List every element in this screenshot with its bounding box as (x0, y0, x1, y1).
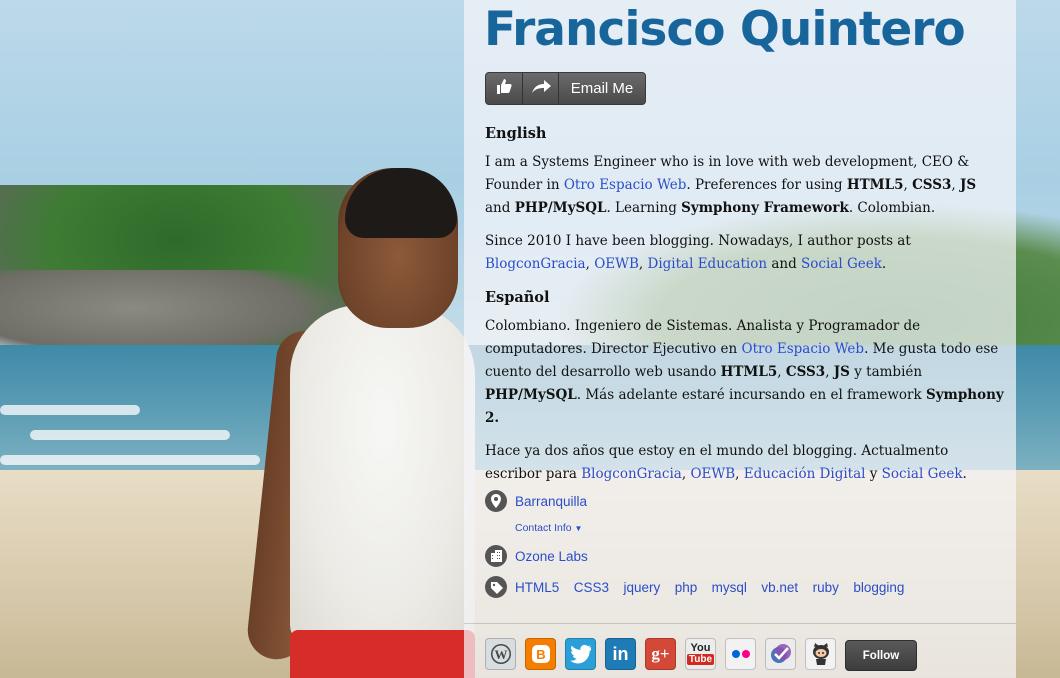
spanish-paragraph-1: Colombiano. Ingeniero de Sistemas. Anali… (485, 315, 1005, 430)
thumbs-up-button[interactable] (486, 73, 523, 104)
flickr-dot-pink (741, 650, 750, 658)
english-heading: English (485, 125, 547, 142)
tag-link[interactable]: CSS3 (574, 580, 609, 595)
blogcongracia-link[interactable]: BlogconGracia (581, 466, 682, 482)
blogcongracia-link[interactable]: BlogconGracia (485, 256, 586, 272)
text: CSS3 (912, 177, 952, 193)
text: . Preferences for using (686, 177, 847, 193)
wave-foam (0, 455, 260, 465)
tag-link[interactable]: jquery (623, 580, 660, 595)
text: , (638, 256, 648, 272)
text: , (825, 364, 834, 380)
youtube-icon[interactable]: You Tube (685, 638, 716, 670)
text: . Más adelante estaré incursando en el f… (576, 387, 926, 403)
share-arrow-icon (530, 77, 552, 100)
text: y también (849, 364, 923, 380)
text: and (767, 256, 802, 272)
social-geek-link[interactable]: Social Geek (801, 256, 882, 272)
twitter-icon[interactable] (565, 638, 596, 670)
blogger-label: B (536, 647, 545, 662)
location-pin-icon (485, 490, 507, 512)
tag-link[interactable]: vb.net (761, 580, 798, 595)
text: y (865, 466, 882, 482)
tag-link[interactable]: mysql (712, 580, 747, 595)
caret-down-icon: ▼ (574, 524, 583, 533)
educacion-digital-link[interactable]: Educación Digital (744, 466, 866, 482)
contact-info-label: Contact Info (515, 522, 572, 534)
youtube-label-top: You (690, 642, 711, 654)
text: HTML5 (846, 177, 904, 193)
oewb-link[interactable]: OEWB (594, 256, 639, 272)
text: Since 2010 I have been blogging. Nowaday… (485, 233, 911, 249)
text: . Colombian. (848, 200, 936, 216)
company-row: Ozone Labs (485, 545, 1005, 569)
email-me-button[interactable]: Email Me (559, 73, 645, 104)
text: . Learning (606, 200, 682, 216)
digital-education-link[interactable]: Digital Education (648, 256, 768, 272)
location-row: Barranquilla Contact Info ▼ (485, 490, 1005, 534)
tag-link[interactable]: blogging (853, 580, 904, 595)
wave-foam (0, 405, 140, 415)
social-links: W B in g+ You Tube (485, 638, 836, 670)
text: , (903, 177, 913, 193)
bio: English I am a Systems Engineer who is i… (485, 122, 1005, 496)
text: and (485, 200, 515, 216)
profile-name: Francisco Quintero (484, 2, 966, 57)
text: , (735, 466, 744, 482)
location-link[interactable]: Barranquilla (515, 494, 587, 509)
text: CSS3 (785, 364, 826, 380)
tag-link[interactable]: ruby (813, 580, 839, 595)
text: , (585, 256, 595, 272)
google-plus-icon[interactable]: g+ (645, 638, 676, 670)
flickr-icon[interactable] (725, 638, 756, 670)
blogger-icon[interactable]: B (525, 638, 556, 670)
person-torso (290, 305, 475, 645)
contact-info-toggle[interactable]: Contact Info ▼ (515, 522, 582, 534)
english-paragraph-2: Since 2010 I have been blogging. Nowaday… (485, 230, 1005, 276)
text: JS (833, 364, 850, 380)
follow-button[interactable]: Follow (845, 640, 917, 671)
social-geek-link[interactable]: Social Geek (882, 466, 963, 482)
flickr-dot-blue (731, 650, 740, 658)
building-icon (485, 545, 507, 567)
oewb-link[interactable]: OEWB (690, 466, 735, 482)
tag-icon (485, 576, 507, 598)
tags-row: HTML5 CSS3 jquery php mysql vb.net ruby … (485, 576, 1005, 600)
tag-link[interactable]: HTML5 (515, 580, 559, 595)
youtube-label-bottom: Tube (686, 654, 715, 665)
text: . (881, 256, 887, 272)
text: , (951, 177, 960, 193)
text: PHP/MySQL (485, 387, 577, 403)
company-link[interactable]: Ozone Labs (515, 549, 588, 564)
spanish-paragraph-2: Hace ya dos años que estoy en el mundo d… (485, 440, 1005, 486)
text: . (962, 466, 967, 482)
text: Symphony Framework (681, 200, 849, 216)
linkedin-label: in (612, 643, 629, 664)
spanish-heading: Español (485, 289, 550, 306)
action-bar: Email Me (485, 72, 646, 105)
text: HTML5 (720, 364, 778, 380)
wave-foam (30, 430, 230, 440)
divider (464, 623, 1016, 624)
google-plus-label: g+ (651, 644, 670, 663)
linkedin-icon[interactable]: in (605, 638, 636, 670)
thumbs-up-icon (494, 76, 514, 101)
person-shorts (290, 630, 475, 678)
text: , (777, 364, 786, 380)
otro-espacio-web-link[interactable]: Otro Espacio Web (742, 341, 865, 357)
wordpress-icon[interactable]: W (485, 638, 516, 670)
text: JS (960, 177, 977, 193)
tag-link[interactable]: php (675, 580, 698, 595)
share-button[interactable] (523, 73, 559, 104)
wordpress-label: W (494, 647, 507, 662)
foursquare-icon[interactable] (765, 638, 796, 670)
english-paragraph-1: I am a Systems Engineer who is in love w… (485, 151, 1005, 220)
text: PHP/MySQL (514, 200, 607, 216)
otro-espacio-web-link[interactable]: Otro Espacio Web (564, 177, 687, 193)
github-icon[interactable] (805, 638, 836, 670)
